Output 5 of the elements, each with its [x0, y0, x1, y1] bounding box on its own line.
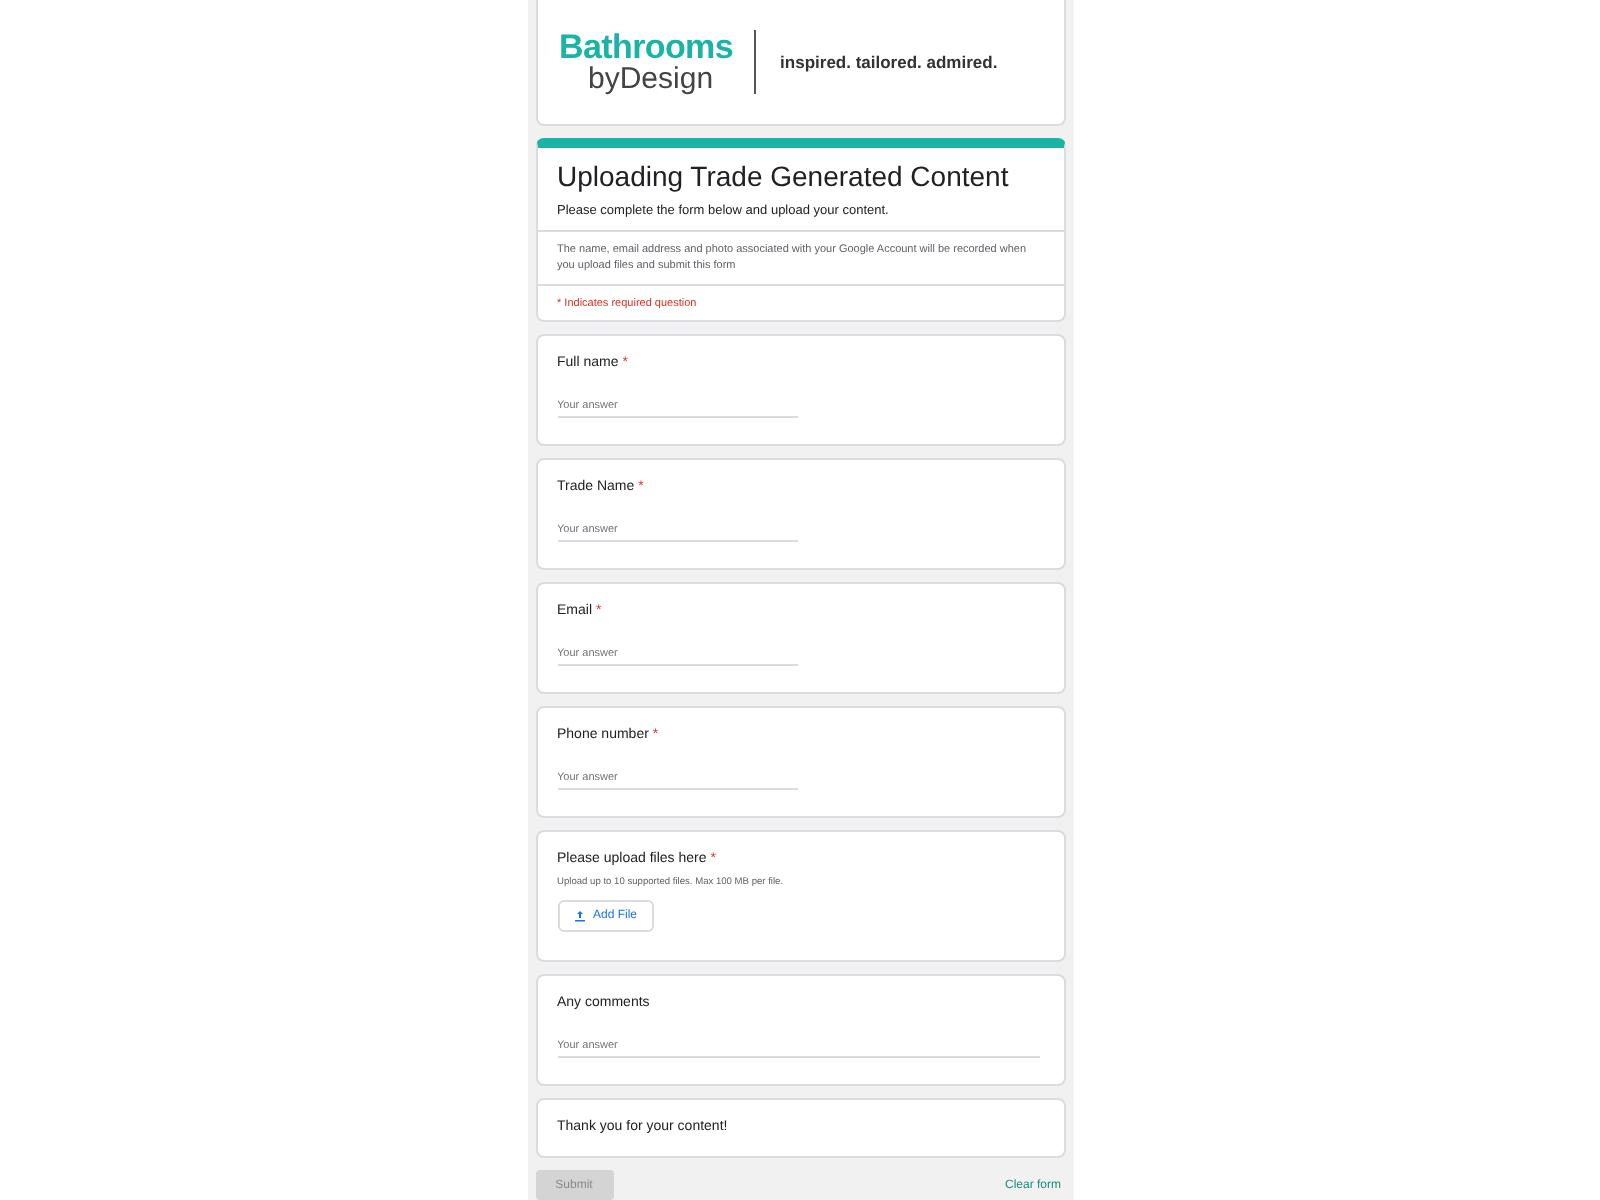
tagline: inspired. tailored. admired. [780, 51, 998, 72]
upload-icon [573, 910, 585, 922]
logo-text: Bathrooms [559, 29, 734, 64]
logo-text: byDesign [588, 63, 714, 94]
form-title: Uploading Trade Generated Content [557, 159, 1011, 191]
